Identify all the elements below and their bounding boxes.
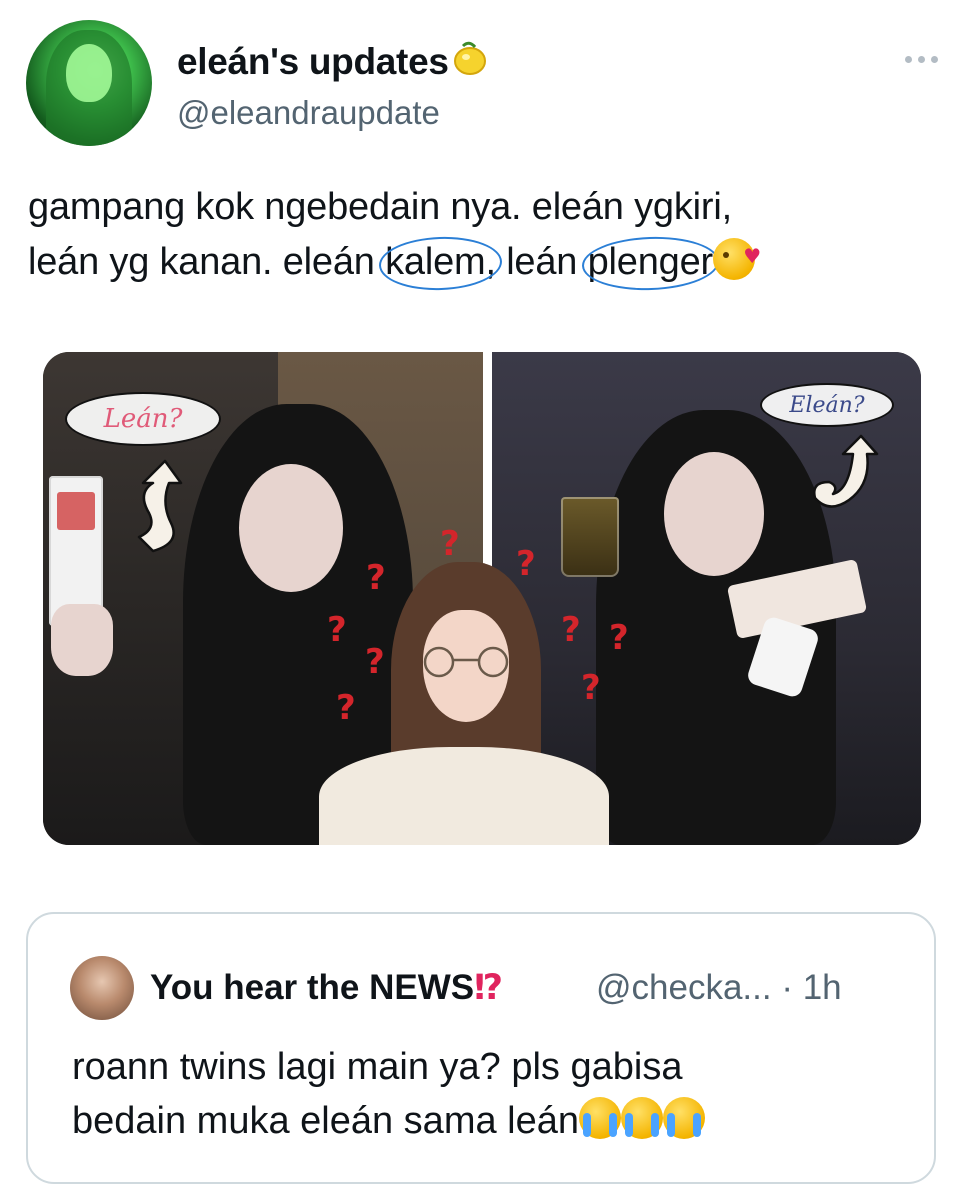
quoted-tweet[interactable]: You hear the NEWS⁉ @checka... · 1h roann…	[26, 912, 936, 1184]
tweet-text: gampang kok ngebedain nya. eleán ygkiri,…	[28, 180, 948, 290]
quoted-author-name-text: You hear the NEWS	[150, 968, 475, 1007]
quoted-tweet-text: roann twins lagi main ya? pls gabisa bed…	[72, 1040, 912, 1148]
circled-word-kalem: kalem,	[385, 235, 496, 290]
tweet-media-image[interactable]: Leán? Eleán? ? ? ? ? ? ? ? ? ?	[43, 352, 921, 845]
curved-arrow-right-icon	[813, 434, 879, 508]
question-mark: ?	[440, 524, 460, 564]
display-name-text: eleán's updates	[177, 41, 449, 82]
tweet-line-2-part-2: leán	[506, 241, 578, 283]
loudly-crying-emoji-icon	[663, 1097, 706, 1139]
curved-arrow-left-icon	[137, 459, 183, 553]
kissing-heart-emoji-icon	[712, 229, 761, 284]
quoted-line-1: roann twins lagi main ya? pls gabisa	[72, 1046, 683, 1088]
author-display-name[interactable]: eleán's updates	[177, 38, 489, 83]
interrobang-emoji-icon: ⁉	[474, 968, 504, 1007]
more-horizontal-icon[interactable]	[900, 52, 942, 66]
quoted-line-2-text: bedain muka eleán sama leán	[72, 1100, 580, 1142]
center-person-overlay	[311, 562, 609, 845]
label-lean: Leán?	[65, 392, 221, 446]
circled-word-plenger: plenger	[588, 235, 714, 290]
glasses-icon	[423, 646, 509, 678]
question-mark: ?	[609, 618, 629, 658]
label-elean: Eleán?	[760, 383, 894, 427]
tweet-line-2: leán yg kanan. eleán kalem, leán plenger	[28, 229, 948, 290]
tweet-line-1: gampang kok ngebedain nya. eleán ygkiri,	[28, 186, 732, 228]
loudly-crying-emoji-icon	[579, 1097, 622, 1139]
author-avatar[interactable]	[26, 20, 152, 146]
loudly-crying-emoji-icon	[621, 1097, 664, 1139]
quoted-line-2: bedain muka eleán sama leán	[72, 1094, 912, 1148]
tweet-line-2-part-1: leán yg kanan. eleán	[28, 241, 375, 283]
quoted-handle-time: @checka... · 1h	[596, 968, 842, 1007]
quoted-author-avatar[interactable]	[70, 956, 134, 1020]
quoted-author-name[interactable]: You hear the NEWS⁉	[150, 968, 503, 1008]
author-handle[interactable]: @eleandraupdate	[177, 94, 440, 132]
lemon-emoji-icon	[453, 41, 486, 75]
